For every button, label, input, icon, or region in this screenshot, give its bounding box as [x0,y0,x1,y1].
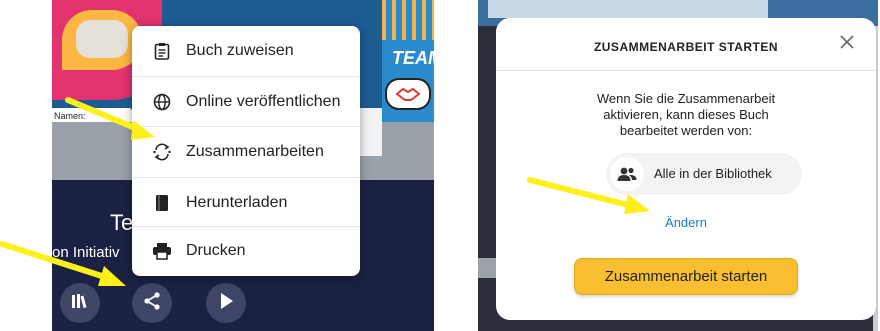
annotation-arrow-right [527,177,650,214]
arrow-to-change-link [527,177,650,214]
